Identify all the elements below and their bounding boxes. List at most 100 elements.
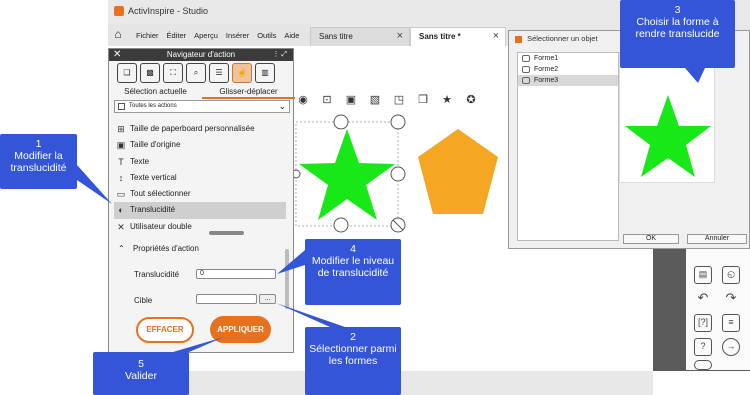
translucency-icon: ◐ bbox=[118, 205, 124, 216]
object-item-label: Forme1 bbox=[534, 55, 559, 62]
text-icon: T bbox=[118, 156, 124, 167]
action-item-label: Utilisateur double bbox=[130, 221, 192, 231]
action-item-select-all[interactable]: ▭ Tout sélectionner bbox=[114, 186, 286, 202]
object-item-label: Forme3 bbox=[534, 77, 559, 84]
vertical-text-icon: ↕ bbox=[118, 172, 124, 183]
shape-icon bbox=[522, 66, 530, 73]
activinspire-logo-icon bbox=[114, 6, 124, 16]
properties-header[interactable]: ⌃ Propriétés d'action bbox=[114, 242, 290, 256]
list-icon[interactable]: ≡ bbox=[722, 314, 740, 332]
cancel-button[interactable]: Annuler bbox=[687, 234, 747, 244]
star-icon[interactable]: ★ bbox=[437, 90, 457, 110]
action-navigator-panel: ✕ Navigateur d'action ⋮ ⤢ ❏ ▩ ⛶ ⌕ ☰ ☝ ▥ … bbox=[108, 48, 295, 353]
tab-label: Sans titre * bbox=[419, 32, 461, 41]
fill-icon[interactable]: ▧ bbox=[365, 90, 385, 110]
tab-sans-titre[interactable]: Sans titre × bbox=[310, 27, 410, 46]
layer-icon[interactable]: ◳ bbox=[389, 90, 409, 110]
page-browser-icon[interactable]: ❏ bbox=[117, 63, 137, 83]
voting-browser-icon[interactable]: ▥ bbox=[255, 63, 275, 83]
selection-handle[interactable] bbox=[333, 217, 349, 233]
selection-handle[interactable] bbox=[333, 114, 349, 130]
action-item-vertical-text[interactable]: ↕ Texte vertical bbox=[114, 170, 286, 186]
callout-arrow bbox=[77, 165, 112, 204]
close-icon[interactable]: × bbox=[397, 30, 403, 42]
clear-button[interactable]: EFFACER bbox=[136, 317, 194, 343]
translucency-input[interactable]: 0 bbox=[196, 269, 276, 279]
orange-pentagon-shape[interactable] bbox=[418, 129, 498, 214]
object-item[interactable]: Forme2 bbox=[518, 64, 618, 75]
selection-handle[interactable] bbox=[390, 114, 406, 130]
star-outline-icon[interactable]: ✪ bbox=[461, 90, 481, 110]
close-icon[interactable]: ✕ bbox=[113, 49, 121, 61]
tab-drag-drop[interactable]: Glisser-déplacer bbox=[202, 85, 295, 99]
action-item-custom-size[interactable]: ⊞ Taille de paperboard personnalisée bbox=[114, 121, 286, 137]
home-icon[interactable]: ⌂ bbox=[108, 24, 128, 46]
object-item[interactable]: Forme1 bbox=[518, 53, 618, 64]
action-properties: ⌃ Propriétés d'action bbox=[114, 242, 290, 256]
select-icon[interactable]: ⊡ bbox=[317, 90, 337, 110]
tab-current-selection[interactable]: Sélection actuelle bbox=[109, 85, 202, 99]
property-browser-icon[interactable]: ☰ bbox=[209, 63, 229, 83]
action-item-label: Translucidité bbox=[130, 205, 176, 215]
dialog-title: Sélectionner un objet bbox=[527, 34, 598, 43]
action-item-label: Tout sélectionner bbox=[130, 189, 191, 199]
notes-browser-icon[interactable]: ⌕ bbox=[186, 63, 206, 83]
menu-aide[interactable]: Aide bbox=[284, 31, 299, 40]
pin-icon[interactable]: ⋮ ⤢ bbox=[272, 49, 287, 61]
browse-target-button[interactable]: ... bbox=[259, 294, 276, 304]
action-filter-select[interactable]: Toutes les actions ⌄ bbox=[114, 100, 290, 113]
help-page-icon[interactable]: ? bbox=[694, 338, 712, 356]
callout-number: 3 bbox=[674, 4, 681, 16]
dialog-title-bar: Sélectionner un objet bbox=[515, 34, 598, 43]
group-icon[interactable]: ▣ bbox=[341, 90, 361, 110]
pause-icon[interactable] bbox=[694, 360, 712, 370]
chevron-up-icon: ⌃ bbox=[118, 244, 125, 253]
bracket-icon[interactable]: [?] bbox=[694, 314, 712, 332]
translucency-label: Translucidité bbox=[134, 270, 180, 279]
ok-button[interactable]: OK bbox=[623, 234, 679, 244]
object-browser-icon[interactable]: ⛶ bbox=[163, 63, 183, 83]
resource-browser-icon[interactable]: ▩ bbox=[140, 63, 160, 83]
menu-editer[interactable]: Éditer bbox=[167, 31, 187, 40]
green-star-shape[interactable] bbox=[299, 129, 395, 220]
panel-title: Navigateur d'action bbox=[166, 50, 236, 59]
apply-button[interactable]: APPLIQUER bbox=[210, 316, 271, 343]
preview-star-shape bbox=[625, 95, 711, 177]
arrow-circle-icon[interactable]: → bbox=[722, 338, 740, 356]
vertical-scrollbar[interactable] bbox=[285, 249, 289, 309]
redo-icon[interactable]: ↷ bbox=[722, 290, 740, 308]
horizontal-scrollbar[interactable] bbox=[209, 231, 244, 235]
action-item-label: Taille d'origine bbox=[130, 140, 181, 150]
callout-text: Choisir la forme à rendre translucide bbox=[635, 16, 720, 40]
menu-outils[interactable]: Outils bbox=[257, 31, 276, 40]
action-item-text[interactable]: T Texte bbox=[114, 154, 286, 170]
original-size-icon: ▣ bbox=[116, 140, 126, 151]
action-item-original-size[interactable]: ▣ Taille d'origine bbox=[114, 137, 286, 153]
page-icon[interactable]: ▤ bbox=[694, 266, 712, 284]
preview-svg bbox=[625, 95, 711, 177]
filter-icon bbox=[118, 103, 125, 110]
panel-titlebar: ✕ Navigateur d'action ⋮ ⤢ bbox=[109, 49, 293, 61]
translucency-icon[interactable]: ◉ bbox=[293, 90, 313, 110]
action-item-dual-user[interactable]: ✕ Utilisateur double bbox=[114, 219, 286, 235]
chevron-down-icon: ⌄ bbox=[278, 101, 286, 111]
menu-apercu[interactable]: Aperçu bbox=[194, 31, 218, 40]
action-browser-icon[interactable]: ☝ bbox=[232, 63, 252, 83]
callout-5: 5 Valider bbox=[93, 352, 189, 395]
target-label: Cible bbox=[134, 296, 153, 305]
action-list: ⊞ Taille de paperboard personnalisée ▣ T… bbox=[114, 121, 286, 235]
action-filter-value: Toutes les actions bbox=[129, 103, 177, 109]
tab-sans-titre-modified[interactable]: Sans titre * × bbox=[410, 27, 506, 46]
app-icon bbox=[515, 35, 522, 43]
close-icon[interactable]: × bbox=[493, 30, 499, 42]
callout-text: Valider bbox=[125, 370, 157, 382]
action-item-translucency[interactable]: ◐ Translucidité bbox=[114, 202, 286, 219]
menu-inserer[interactable]: Insérer bbox=[226, 31, 249, 40]
undo-icon[interactable]: ↶ bbox=[694, 290, 712, 308]
duplicate-icon[interactable]: ❐ bbox=[413, 90, 433, 110]
page-add-icon[interactable]: ◵ bbox=[722, 266, 740, 284]
object-item-selected[interactable]: Forme3 bbox=[518, 75, 618, 86]
menu-fichier[interactable]: Fichier bbox=[136, 31, 159, 40]
target-input[interactable] bbox=[196, 294, 257, 304]
selection-handle[interactable] bbox=[390, 166, 406, 182]
